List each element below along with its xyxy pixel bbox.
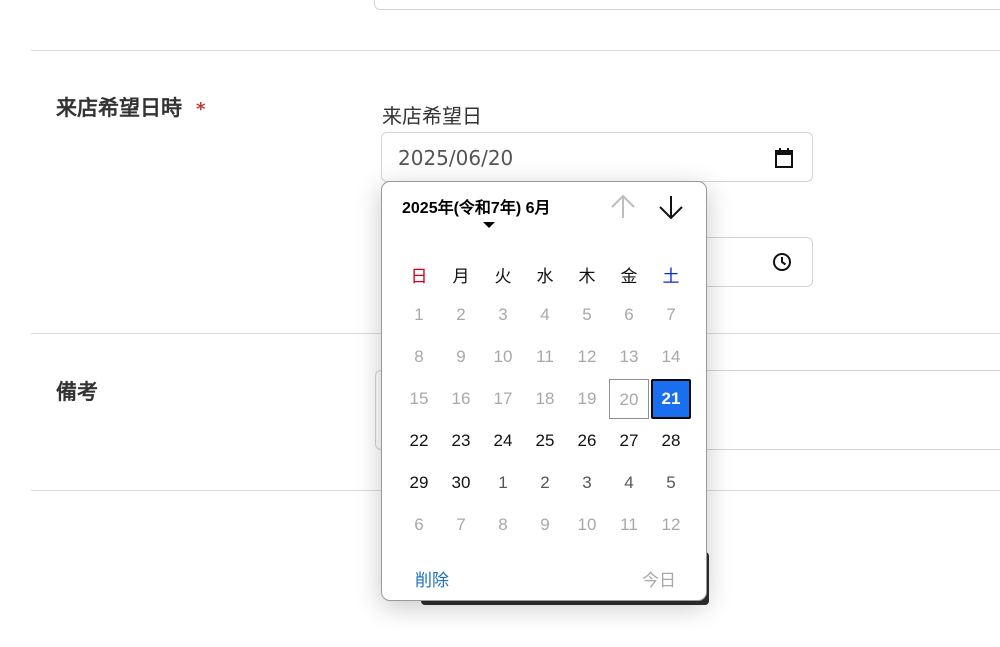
section-divider: [31, 50, 1000, 51]
weekday-label: 火: [494, 267, 512, 287]
day-cell[interactable]: 23: [441, 421, 481, 461]
day-cell: 2: [456, 305, 466, 324]
today-button[interactable]: 今日: [642, 566, 676, 591]
day-cell: 9: [540, 515, 550, 534]
calendar-icon[interactable]: [774, 147, 794, 173]
day-cell[interactable]: 28: [651, 421, 691, 461]
day-cell[interactable]: 29: [399, 463, 439, 503]
required-mark: *: [196, 99, 206, 120]
weekday-label: 月: [452, 267, 470, 287]
day-cell[interactable]: 30: [441, 463, 481, 503]
day-cell: 16: [451, 389, 471, 408]
day-cell[interactable]: 27: [609, 421, 649, 461]
visit-datetime-label: 来店希望日時: [56, 96, 182, 120]
day-cell: 19: [577, 389, 597, 408]
next-month-button[interactable]: [656, 192, 686, 222]
day-cell: 7: [666, 305, 676, 324]
clock-icon[interactable]: [772, 252, 792, 276]
weekday-label: 木: [578, 267, 596, 287]
weekday-label: 水: [536, 267, 554, 287]
day-cell[interactable]: 1: [483, 463, 523, 503]
arrow-down-icon: [659, 196, 683, 220]
day-cell: 10: [493, 347, 513, 366]
day-cell: 12: [661, 515, 681, 534]
visit-date-value: 2025/06/20: [398, 146, 514, 170]
day-cell[interactable]: 5: [651, 463, 691, 503]
month-dropdown-caret-icon[interactable]: [483, 222, 495, 228]
day-cell[interactable]: 25: [525, 421, 565, 461]
day-cell: 8: [498, 515, 508, 534]
clear-button[interactable]: 削除: [415, 566, 449, 591]
day-cell[interactable]: 3: [567, 463, 607, 503]
visit-date-label: 来店希望日: [382, 104, 482, 128]
day-cell: 15: [409, 389, 429, 408]
day-cell: 17: [493, 389, 513, 408]
weekday-label: 日: [410, 267, 428, 287]
day-cell: 3: [498, 305, 508, 324]
day-cell: 1: [414, 305, 424, 324]
month-title[interactable]: 2025年(令和7年) 6月: [402, 194, 551, 218]
selected-day[interactable]: 21: [651, 379, 691, 419]
notes-label: 備考: [56, 380, 98, 404]
weekday-label: 土: [662, 267, 680, 287]
day-cell: 10: [577, 515, 597, 534]
day-cell: 13: [619, 347, 639, 366]
day-cell[interactable]: 4: [609, 463, 649, 503]
day-cell: 4: [540, 305, 550, 324]
day-cell: 8: [414, 347, 424, 366]
previous-field-input[interactable]: [374, 0, 1000, 10]
day-cell: 6: [414, 515, 424, 534]
day-cell: 11: [536, 347, 554, 366]
day-cell[interactable]: 2: [525, 463, 565, 503]
day-cell[interactable]: 24: [483, 421, 523, 461]
today-day: 20: [609, 379, 649, 419]
visit-date-input[interactable]: 2025/06/20: [381, 132, 813, 182]
day-cell: 14: [661, 347, 681, 366]
day-cell: 7: [456, 515, 466, 534]
arrow-up-icon: [611, 194, 635, 218]
day-cell: 12: [577, 347, 597, 366]
weekday-label: 金: [620, 267, 638, 287]
day-cell: 9: [456, 347, 466, 366]
day-cell: 18: [535, 389, 555, 408]
day-cell[interactable]: 22: [399, 421, 439, 461]
day-cell: 11: [620, 515, 638, 534]
day-cell: 6: [624, 305, 634, 324]
prev-month-button[interactable]: [608, 192, 638, 222]
day-cell: 5: [582, 305, 592, 324]
day-cell[interactable]: 26: [567, 421, 607, 461]
visit-datetime-section: 来店希望日時 *: [56, 92, 205, 122]
date-picker-popup: 2025年(令和7年) 6月 日月火水木金土 1 2 3 4 5 6 7 8 9 10 11 12 13…: [381, 181, 707, 601]
